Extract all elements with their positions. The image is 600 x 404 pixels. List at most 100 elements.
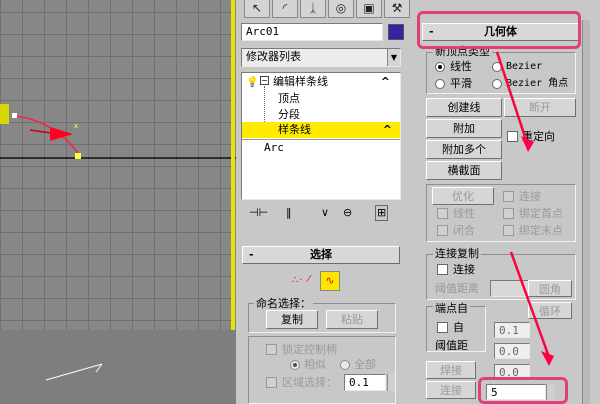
collapse-icon[interactable]: − [260, 76, 269, 85]
remove-modifier-icon[interactable]: ⊖ [343, 206, 352, 220]
screenshot: x ↖ ◜ ᛣ ◎ ▣ ⚒ Arc01 修改器列表 ▼ 💡 − 编辑样条线 ^ [0, 0, 600, 404]
chevron-down-icon[interactable]: ▼ [387, 49, 400, 66]
stack-divider [242, 139, 400, 140]
optimize-button[interactable]: 优化 [432, 187, 494, 205]
smooth-radio[interactable] [435, 79, 445, 89]
bezier-radio[interactable] [492, 62, 502, 72]
sub-object-icon: ^ [382, 123, 392, 136]
bind-first-checkbox[interactable] [503, 208, 514, 219]
show-end-result-icon[interactable]: ‖ [286, 206, 292, 220]
end-point-value-1[interactable]: 0.1 [494, 322, 530, 338]
connect-label: 连接 [519, 190, 541, 203]
connect-copy-checkbox-label: 连接 [453, 263, 475, 276]
all-radio[interactable] [340, 360, 350, 370]
modify-icon: ◜ [282, 1, 288, 15]
utilities-icon: ⚒ [391, 1, 403, 15]
connect-copy-label: 连接复制 [433, 247, 481, 261]
stack-item-segment[interactable]: 分段 [278, 108, 300, 122]
stack-item-vertex[interactable]: 顶点 [278, 92, 300, 106]
spline-vertex [12, 113, 17, 118]
stack-toolbar: ⊣⊢ ‖ ∨ ⊖ ⊞ [241, 204, 401, 222]
motion-tab[interactable]: ◎ [328, 0, 354, 18]
all-label: 全部 [354, 358, 376, 371]
display-icon: ▣ [363, 1, 375, 15]
linear-radio-label: 线性 [450, 60, 472, 73]
geometry-highlight [417, 11, 581, 49]
motion-icon: ◎ [335, 1, 347, 15]
hierarchy-tab[interactable]: ᛣ [300, 0, 326, 18]
create-tab[interactable]: ↖ [244, 0, 270, 18]
segment-level-icon[interactable]: ⁄ [308, 274, 310, 285]
closed-checkbox[interactable] [437, 225, 448, 236]
paste-button[interactable]: 粘贴 [326, 310, 378, 329]
sub-object-level-icons: ∴· ⁄ ∿ [292, 271, 342, 293]
spline-vertex-selected [75, 153, 81, 159]
display-tab[interactable]: ▣ [356, 0, 382, 18]
viewport-canvas[interactable]: x [0, 0, 236, 330]
reorient-checkbox[interactable] [507, 131, 518, 142]
bind-last-checkbox[interactable] [503, 225, 514, 236]
stack-item-arc[interactable]: Arc [264, 141, 284, 155]
modifier-stack: 💡 − 编辑样条线 ^ 顶点 分段 样条线 ^ Arc [241, 72, 401, 200]
pin-stack-icon[interactable]: ⊣⊢ [249, 206, 268, 220]
fillet-button[interactable]: 圆角 [528, 280, 572, 297]
viewport-active-border [231, 0, 235, 330]
attach-multiple-button[interactable]: 附加多个 [426, 140, 502, 159]
weld-value-highlight [478, 377, 568, 404]
object-color-swatch[interactable] [388, 24, 404, 40]
copy-button[interactable]: 复制 [266, 310, 318, 329]
spline-segment-marker [0, 104, 9, 124]
create-icon: ↖ [251, 1, 263, 15]
lightbulb-icon[interactable]: 💡 [246, 75, 258, 91]
lock-handles-checkbox[interactable] [266, 344, 277, 355]
reorient-label: 重定向 [522, 130, 555, 143]
end-point-auto-checkbox[interactable] [437, 322, 448, 333]
area-select-checkbox[interactable] [266, 377, 277, 388]
connect-copy-checkbox[interactable] [437, 264, 448, 275]
configure-modifier-sets-icon[interactable]: ⊞ [375, 205, 389, 221]
threshold-distance-field[interactable] [490, 280, 530, 297]
gizmo-arrow-icon [50, 127, 73, 141]
break-button[interactable]: 断开 [504, 98, 576, 117]
selection-rollout-header[interactable]: - 选择 [242, 246, 400, 264]
cross-section-button[interactable]: 横截面 [426, 161, 502, 180]
loop-button[interactable]: 循环 [528, 302, 572, 319]
viewport-lower [0, 330, 236, 404]
bind-first-label: 绑定首点 [519, 207, 563, 220]
weld-button[interactable]: 焊接 [426, 361, 476, 379]
linear-label: 线性 [453, 207, 475, 220]
modifier-list-label: 修改器列表 [246, 50, 301, 63]
viewport[interactable]: x [0, 0, 236, 330]
similar-label: 相似 [304, 358, 326, 371]
vertex-level-icon[interactable]: ∴· [292, 275, 304, 286]
object-name-field[interactable]: Arc01 [241, 23, 383, 41]
connect-button[interactable]: 连接 [426, 381, 476, 399]
attach-button[interactable]: 附加 [426, 119, 502, 138]
linear-radio[interactable] [435, 62, 445, 72]
stack-item-edit-spline[interactable]: 编辑样条线 [273, 75, 328, 89]
panel-scrollbar[interactable] [582, 20, 590, 404]
bind-last-label: 绑定末点 [519, 224, 563, 237]
utilities-tab[interactable]: ⚒ [384, 0, 410, 18]
arc-spline [13, 115, 81, 157]
hierarchy-icon: ᛣ [309, 1, 317, 15]
spline-level-icon[interactable]: ∿ [320, 271, 340, 291]
area-select-value[interactable]: 0.1 [344, 374, 386, 391]
similar-radio[interactable] [290, 360, 300, 370]
create-line-button[interactable]: 创建线 [426, 98, 502, 117]
stack-item-spline-selected[interactable]: 样条线 ^ [242, 122, 400, 138]
linear-checkbox[interactable] [437, 208, 448, 219]
area-select-label: 区域选择： [282, 376, 337, 389]
modifier-list-dropdown[interactable]: 修改器列表 [241, 48, 401, 67]
bezier-corner-radio[interactable] [492, 79, 502, 89]
bezier-corner-radio-label: Bezier 角点 [506, 78, 569, 89]
make-unique-icon[interactable]: ∨ [321, 206, 329, 220]
end-point-auto-label: 自 [453, 321, 464, 334]
closed-label: 闭合 [453, 224, 475, 237]
area-select-spinner[interactable] [387, 374, 395, 391]
lock-handles-label: 锁定控制柄 [282, 343, 337, 356]
modify-tab[interactable]: ◜ [272, 0, 298, 18]
connect-checkbox[interactable] [503, 191, 514, 202]
bezier-radio-label: Bezier [506, 61, 543, 72]
end-point-value-2[interactable]: 0.0 [494, 343, 530, 359]
